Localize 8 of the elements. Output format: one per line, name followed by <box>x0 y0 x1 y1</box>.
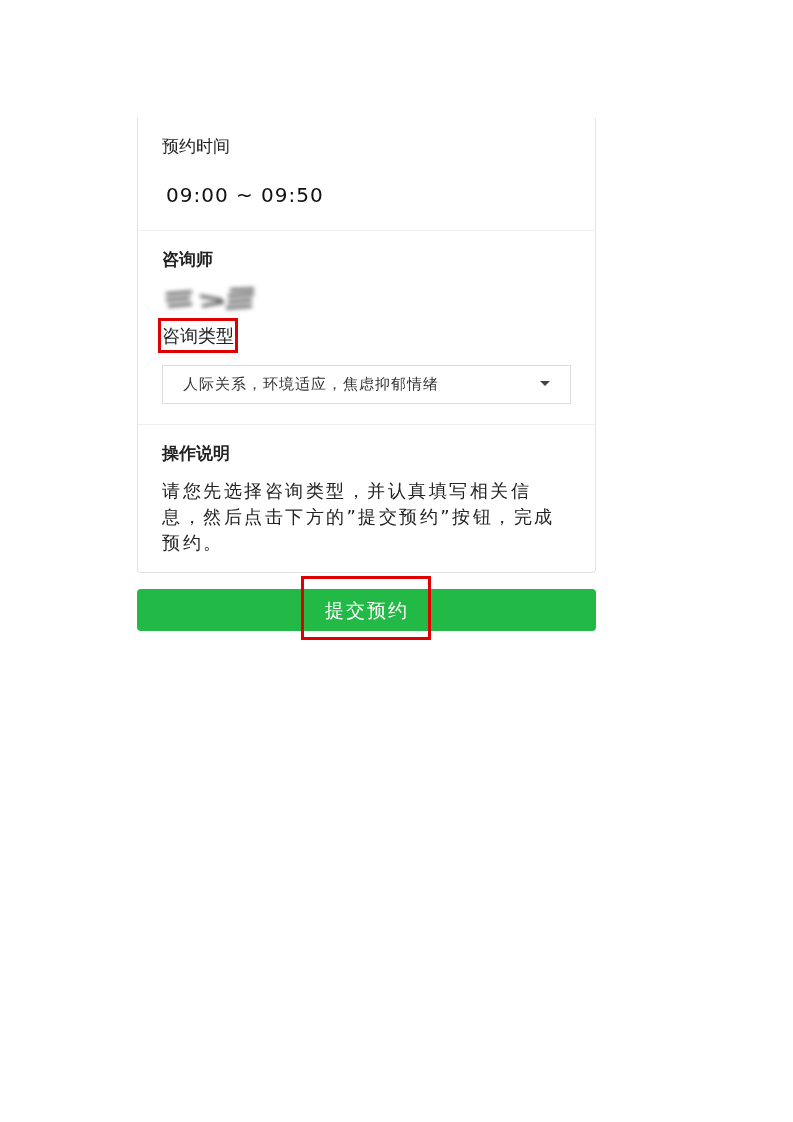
section-title: 预约时间 <box>162 135 231 158</box>
section-title: 操作说明 <box>162 441 231 465</box>
section-title: 咨询师 <box>162 247 214 271</box>
instruction-text: 请您先选择咨询类型，并认真填写相关信息，然后点击下方的”提交预约”按钮，完成预约。 <box>162 479 556 555</box>
field-label: 咨询类型 <box>162 324 234 348</box>
caret-icon <box>540 381 550 388</box>
type-dropdown[interactable]: 人际关系，环境适应，焦虑抑郁情绪 <box>162 365 571 404</box>
time-range: 09:00 ~ 09:50 <box>166 181 325 209</box>
